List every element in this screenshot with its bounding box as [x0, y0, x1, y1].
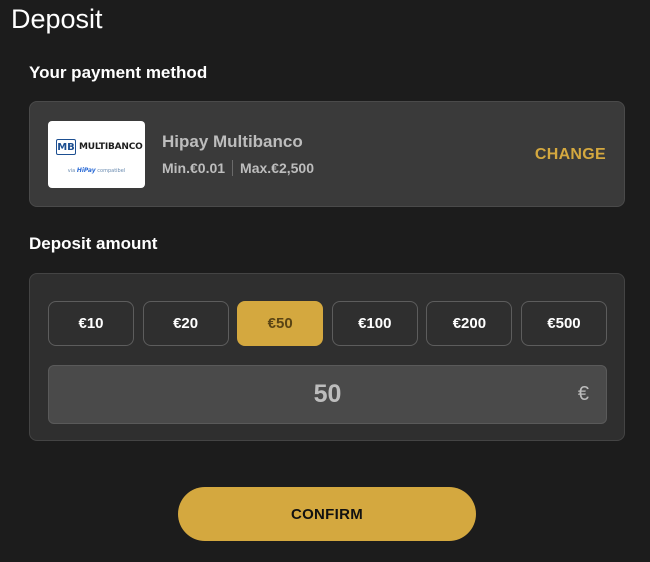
payment-limits: Min.€0.01 Max.€2,500	[162, 160, 314, 176]
max-limit: Max.€2,500	[240, 160, 314, 176]
logo-brand-name: MULTIBANCO	[79, 142, 143, 152]
change-method-button[interactable]: CHANGE	[535, 146, 606, 164]
euro-icon: €	[577, 383, 589, 405]
deposit-amount-card: €10 €20 €50 €100 €200 €500 €	[29, 273, 625, 441]
amount-option-100[interactable]: €100	[331, 301, 418, 346]
logo-sub-suffix: compatibel	[97, 168, 126, 174]
logo-subtitle: via HiPay compatibel	[48, 167, 145, 174]
amount-options: €10 €20 €50 €100 €200 €500	[48, 301, 607, 346]
payment-method-card: MB MULTIBANCO via HiPay compatibel Hipay…	[29, 101, 625, 207]
multibanco-logo: MB MULTIBANCO via HiPay compatibel	[48, 121, 145, 188]
min-limit: Min.€0.01	[162, 160, 226, 176]
amount-input[interactable]	[49, 366, 606, 423]
amount-option-50[interactable]: €50	[237, 301, 324, 346]
amount-input-field: €	[48, 365, 607, 424]
amount-option-10[interactable]: €10	[48, 301, 134, 346]
amount-option-20[interactable]: €20	[142, 301, 229, 346]
amount-option-500[interactable]: €500	[520, 301, 607, 346]
logo-sub-prefix: via	[67, 168, 76, 174]
payment-method-heading: Your payment method	[29, 63, 208, 82]
confirm-button[interactable]: CONFIRM	[178, 487, 476, 541]
logo-sub-brand: HiPay	[76, 167, 96, 174]
amount-option-200[interactable]: €200	[426, 301, 513, 346]
deposit-amount-heading: Deposit amount	[29, 234, 158, 253]
limits-divider	[232, 160, 234, 176]
payment-method-name: Hipay Multibanco	[162, 132, 303, 151]
mb-logo-mark: MB	[56, 139, 76, 155]
page-title: Deposit	[11, 4, 103, 34]
